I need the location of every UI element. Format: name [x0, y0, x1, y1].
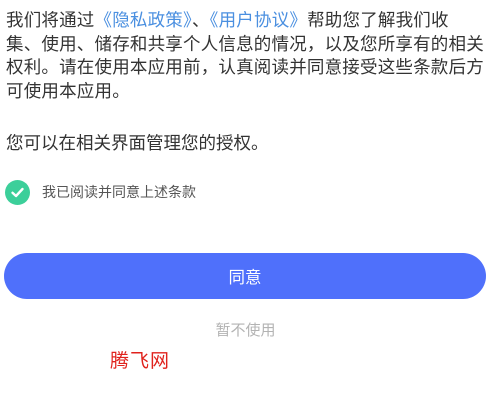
- consent-row[interactable]: 我已阅读并同意上述条款: [5, 179, 196, 205]
- checkmark-icon: [11, 187, 24, 197]
- decline-button[interactable]: 暂不使用: [0, 319, 491, 340]
- notice-intro: 我们将通过: [6, 11, 95, 31]
- consent-dialog: 我们将通过《隐私政策》、《用户协议》帮助您了解我们收集、使用、储存和共享个人信息…: [0, 0, 491, 400]
- consent-label: 我已阅读并同意上述条款: [42, 185, 196, 201]
- privacy-notice: 我们将通过《隐私政策》、《用户协议》帮助您了解我们收集、使用、储存和共享个人信息…: [6, 10, 484, 104]
- watermark-text: 腾飞网: [110, 350, 171, 372]
- decline-button-label: 暂不使用: [215, 321, 276, 339]
- user-agreement-link[interactable]: 《用户协议》: [210, 11, 307, 31]
- consent-checkbox[interactable]: [5, 179, 30, 205]
- agree-button-label: 同意: [228, 268, 262, 287]
- manage-authorization-text: 您可以在相关界面管理您的授权。: [6, 134, 269, 154]
- link-separator: 、: [191, 11, 210, 31]
- agree-button[interactable]: 同意: [4, 253, 486, 299]
- privacy-policy-link[interactable]: 《隐私政策》: [95, 11, 192, 31]
